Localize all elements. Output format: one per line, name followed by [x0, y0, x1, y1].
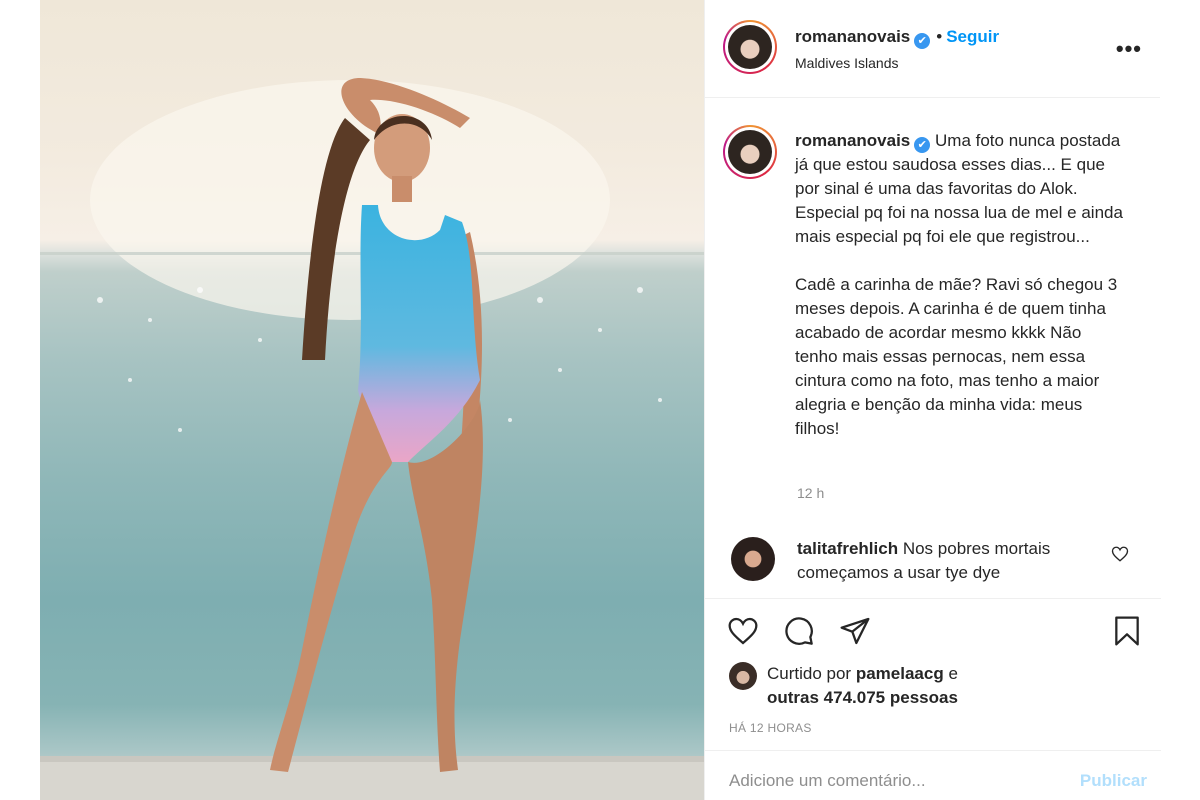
verified-badge-icon: ✔ [914, 33, 931, 49]
commenter-username[interactable]: talitafrehlich [797, 539, 898, 558]
follow-button[interactable]: Seguir [946, 27, 999, 46]
caption-body: Uma foto nunca postada já que estou saud… [795, 131, 1123, 438]
caption-author-avatar[interactable] [723, 125, 777, 179]
author-username[interactable]: romananovais [795, 27, 910, 46]
comments-section[interactable]: romananovais ✔ Uma foto nunca postada já … [705, 99, 1161, 597]
follow-separator: • [936, 27, 943, 46]
liker-avatar[interactable] [729, 662, 757, 690]
caption-username[interactable]: romananovais [795, 131, 910, 150]
publish-button[interactable]: Publicar [1080, 771, 1147, 791]
location-link[interactable]: Maldives Islands [795, 55, 899, 71]
caption-text: romananovais ✔ Uma foto nunca postada já … [795, 129, 1125, 441]
post-side-panel: romananovais ✔ • Seguir Maldives Islands ••… [704, 0, 1161, 800]
likes-text: Curtido por pamelaacg e outras 474.075 p… [767, 662, 1127, 710]
comment-text: talitafrehlich Nos pobres mortais começa… [797, 537, 1097, 585]
comment-icon[interactable] [783, 615, 815, 647]
likes-count[interactable]: outras 474.075 pessoas [767, 688, 958, 707]
author-line: romananovais ✔ • Seguir [795, 27, 999, 49]
likes-prefix: Curtido por [767, 664, 852, 683]
verified-badge-icon: ✔ [914, 137, 931, 153]
post-photo-illustration [40, 78, 704, 800]
post-photo[interactable] [40, 0, 704, 800]
post-header: romananovais ✔ • Seguir Maldives Islands ••… [705, 0, 1160, 98]
author-avatar[interactable] [723, 20, 777, 74]
liker-username[interactable]: pamelaacg [856, 664, 944, 683]
caption-time: 12 h [797, 485, 825, 501]
action-bar [705, 598, 1161, 668]
comment-like-heart-icon[interactable] [1111, 545, 1129, 563]
commenter-avatar[interactable] [731, 537, 775, 581]
more-options-icon[interactable]: ••• [1116, 36, 1142, 62]
heart-icon[interactable] [727, 615, 759, 647]
bookmark-icon[interactable] [1111, 615, 1143, 647]
post-timestamp[interactable]: HÁ 12 HORAS [729, 721, 812, 735]
likes-joiner: e [948, 664, 958, 683]
comment-input[interactable] [729, 771, 1029, 791]
add-comment-bar: Publicar [705, 750, 1161, 800]
send-icon[interactable] [839, 615, 871, 647]
